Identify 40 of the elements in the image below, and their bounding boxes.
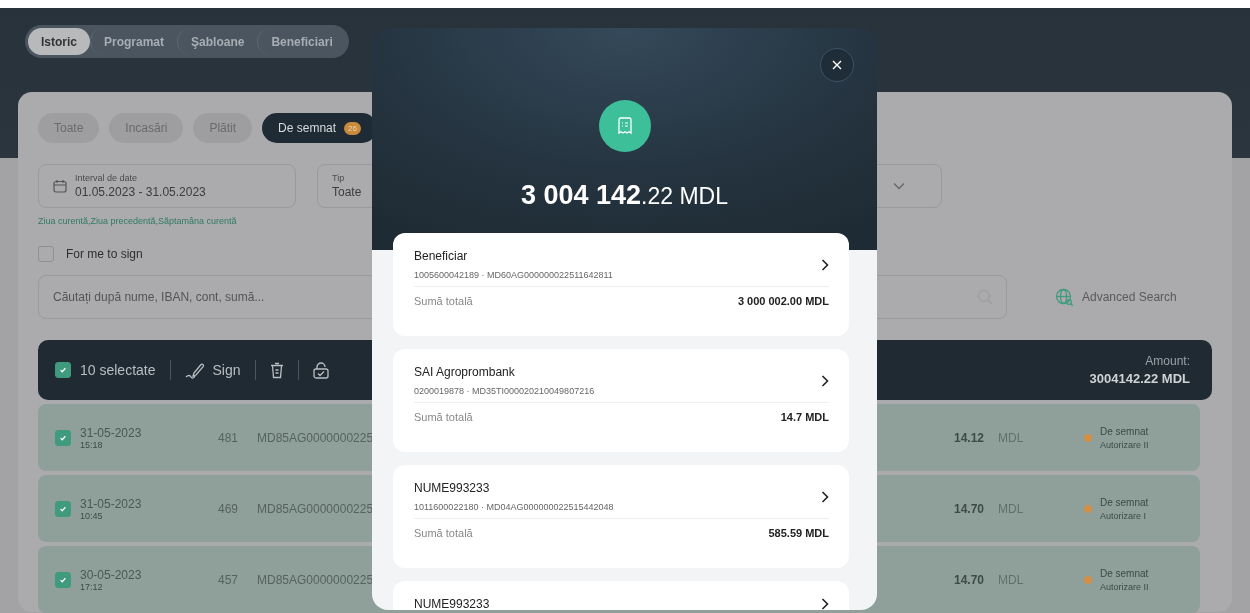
amount-total: 3004142.22 MDL: [1089, 371, 1190, 386]
row-authorization: Autorizare I: [1100, 510, 1148, 521]
amount-label: Amount:: [1144, 354, 1190, 368]
row-iban: MD85AG0000000225: [257, 430, 374, 445]
sum-label: Sumă totală: [414, 295, 473, 307]
row-authorization: Autorizare II: [1100, 439, 1150, 450]
sum-label: Sumă totală: [414, 527, 473, 539]
row-status: De semnat: [1100, 567, 1150, 579]
row-date: 31-05-2023: [80, 496, 143, 511]
beneficiary-account: 1011600022180 · MD04AG000000022515442048: [414, 502, 614, 512]
row-number: 469: [218, 501, 240, 516]
beneficiary-name: Beneficiar: [414, 249, 469, 263]
row-date: 30-05-2023: [80, 567, 143, 582]
row-number: 457: [218, 572, 240, 587]
beneficiary-account: 1005600042189 · MD60AG000000022511642811: [414, 270, 613, 280]
row-date: 31-05-2023: [80, 425, 143, 440]
row-iban: MD85AG0000000225: [257, 501, 374, 516]
beneficiary-account: 0200019878 · MD35TI000020210049807216: [414, 386, 595, 396]
row-time: 15:18: [80, 439, 104, 450]
row-status: De semnat: [1100, 425, 1150, 437]
sum-value: 3 000 002.00 MDL: [737, 295, 829, 307]
row-amount: 14.70: [953, 572, 984, 587]
row-status: De semnat: [1100, 496, 1150, 508]
row-iban: MD85AG0000000225: [257, 572, 374, 587]
row-time: 10:45: [80, 510, 104, 521]
beneficiary-name: NUME993233: [414, 597, 490, 610]
sum-value: 14.7 MDL: [780, 411, 829, 423]
beneficiary-name: NUME993233: [414, 481, 491, 495]
selected-count: 10 selectate: [80, 362, 156, 378]
sum-value: 585.59 MDL: [768, 527, 829, 539]
row-time: 17:12: [80, 581, 104, 592]
modal-total-amount: 3 004 142.22 MDL: [520, 180, 729, 211]
sum-label: Sumă totală: [414, 411, 473, 423]
row-amount: 14.12: [953, 430, 984, 445]
row-amount: 14.70: [953, 501, 984, 516]
beneficiary-name: SAI Agroprombank: [414, 365, 516, 379]
checkbox-label: For me to sign: [66, 247, 143, 261]
row-number: 481: [218, 430, 240, 445]
count-badge: 26: [344, 121, 361, 135]
row-authorization: Autorizare II: [1100, 581, 1150, 592]
